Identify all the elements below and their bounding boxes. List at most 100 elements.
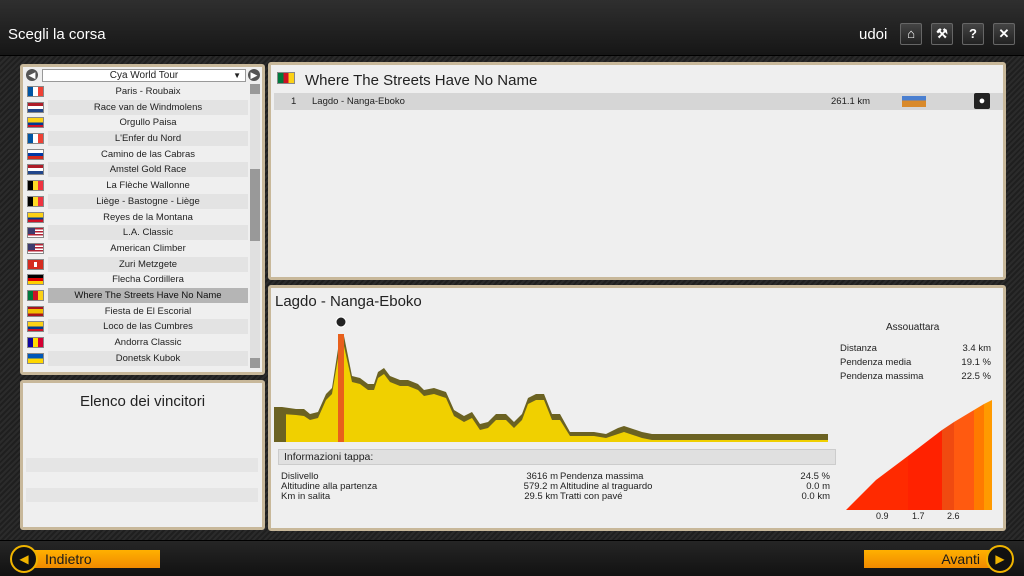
flag-icon — [27, 117, 44, 129]
climb-tick: 1.7 — [912, 511, 925, 521]
race-list-item[interactable]: La Flèche Wallonne — [26, 178, 248, 194]
race-list-item-label: Camino de las Cabras — [101, 148, 195, 160]
wrench-icon[interactable]: ⚒ — [931, 23, 953, 45]
next-tour-icon[interactable]: ▶ — [248, 69, 260, 81]
climb-stat-label: Distanza — [840, 343, 877, 354]
climb-segment — [908, 430, 942, 510]
race-list-panel: ◀ Cya World Tour ▼ ▶ Paris - Roubaix Race… — [20, 64, 265, 375]
info-value: 0.0 km — [801, 491, 830, 502]
race-list-item[interactable]: Where The Streets Have No Name — [26, 287, 248, 304]
race-list-item[interactable]: Paris - Roubaix — [26, 84, 248, 100]
race-list-item[interactable]: L'Enfer du Nord — [26, 131, 248, 147]
climb-name: Assouattara — [886, 322, 940, 333]
race-list-item-label: L'Enfer du Nord — [48, 131, 248, 147]
flag-icon — [27, 337, 44, 348]
climb-segment — [942, 422, 954, 510]
race-list-item[interactable]: Zuri Metzgete — [26, 256, 248, 273]
user-name: udoi — [859, 26, 888, 43]
flag-icon — [27, 133, 44, 145]
stage-type-icon — [902, 96, 926, 107]
race-list-item[interactable]: Donetsk Kubok — [26, 350, 248, 367]
race-list-item[interactable]: Loco de las Cumbres — [26, 319, 248, 335]
flag-icon — [27, 321, 44, 333]
stage-panel: Lagdo - Nanga-Eboko Informazioni tappa: … — [268, 285, 1006, 531]
race-list-scrollbar[interactable] — [250, 84, 260, 368]
winners-row — [26, 488, 258, 502]
race-list-item[interactable]: Liège - Bastogne - Liège — [26, 193, 248, 210]
race-list-item-label: Race van de Windmolens — [48, 99, 248, 115]
race-list-item[interactable]: Flecha Cordillera — [26, 272, 248, 288]
race-list-item[interactable]: Race van de Windmolens — [26, 99, 248, 116]
next-button-label: Avanti — [941, 551, 980, 567]
flag-icon — [27, 242, 44, 254]
race-flag — [277, 72, 295, 84]
stage-row[interactable]: 1 Lagdo - Nanga-Eboko 261.1 km ● — [274, 93, 1003, 110]
chevron-down-icon: ▼ — [233, 71, 241, 80]
prev-tour-icon[interactable]: ◀ — [26, 69, 38, 81]
stage-info-box: Informazioni tappa: Dislivello 3616 m Al… — [278, 449, 836, 509]
climb-marker-icon — [335, 316, 347, 328]
race-list-item[interactable]: L.A. Classic — [26, 225, 248, 241]
next-button[interactable]: Avanti — [864, 550, 994, 568]
scroll-up-button[interactable] — [250, 84, 260, 94]
back-button[interactable]: Indietro — [30, 550, 160, 568]
flag-icon — [27, 195, 44, 207]
globe-icon[interactable]: ● — [974, 93, 990, 109]
race-list-item[interactable]: American Climber — [26, 241, 248, 257]
race-list-item-label: Paris - Roubaix — [115, 86, 181, 97]
race-list-item-label: American Climber — [110, 242, 186, 254]
winners-panel: Elenco dei vincitori — [20, 380, 265, 530]
climb-tick: 0.9 — [876, 511, 889, 521]
back-button-label: Indietro — [45, 551, 92, 567]
flag-cross — [34, 261, 37, 267]
climb-segment — [846, 480, 876, 510]
stage-info-title: Informazioni tappa: — [278, 449, 836, 465]
climb-stat-label: Pendenza massima — [840, 371, 924, 382]
tour-selector[interactable]: ◀ Cya World Tour ▼ ▶ — [26, 69, 260, 83]
flag-icon — [27, 305, 44, 317]
chevron-right-icon[interactable]: ▶ — [986, 545, 1014, 573]
race-list-item-label: La Flèche Wallonne — [106, 180, 190, 192]
climb-segment — [876, 456, 908, 510]
climb-profile-chart — [846, 400, 992, 510]
race-list-item[interactable]: Amstel Gold Race — [26, 162, 248, 178]
stage-distance: 261.1 km — [831, 96, 871, 107]
chevron-left-icon[interactable]: ◀ — [10, 545, 38, 573]
race-list-item[interactable]: Reyes de la Montana — [26, 210, 248, 226]
climb-marker-bar — [338, 334, 344, 442]
race-list-item[interactable]: Fiesta de El Escorial — [26, 304, 248, 320]
race-list-item-label: Andorra Classic — [114, 337, 182, 348]
race-list-item[interactable]: Camino de las Cabras — [26, 147, 248, 163]
flag-icon — [27, 101, 44, 113]
flag-icon — [27, 86, 44, 97]
page-title: Scegli la corsa — [8, 26, 106, 43]
scroll-thumb[interactable] — [250, 169, 260, 241]
flag-canton — [28, 243, 35, 250]
home-icon[interactable]: ⌂ — [900, 23, 922, 45]
info-label: Km in salita — [281, 491, 331, 502]
scroll-down-button[interactable] — [250, 358, 260, 368]
tour-dropdown[interactable]: Cya World Tour ▼ — [42, 69, 246, 82]
climb-segment — [984, 400, 992, 510]
race-list: Paris - Roubaix Race van de Windmolens Org… — [26, 84, 248, 368]
race-list-item-label: Amstel Gold Race — [48, 162, 248, 178]
profile-start-block — [274, 414, 286, 442]
close-icon[interactable]: ✕ — [993, 23, 1015, 45]
flag-icon — [27, 258, 44, 270]
race-list-item-label: Fiesta de El Escorial — [104, 305, 192, 317]
race-panel: Where The Streets Have No Name 1 Lagdo -… — [268, 62, 1006, 280]
stage-profile-chart — [274, 316, 828, 442]
flag-icon — [27, 227, 44, 239]
winners-title: Elenco dei vincitori — [79, 393, 206, 410]
race-list-item[interactable]: Orgullo Paisa — [26, 115, 248, 131]
info-label: Tratti con pavé — [560, 491, 623, 502]
race-title: Where The Streets Have No Name — [305, 72, 538, 89]
race-list-item[interactable]: Andorra Classic — [26, 335, 248, 351]
help-icon[interactable]: ? — [962, 23, 984, 45]
race-list-item-label: Flecha Cordillera — [112, 274, 184, 286]
winners-row — [26, 458, 258, 472]
race-list-item-label: Where The Streets Have No Name — [48, 287, 248, 303]
climb-stat-value: 22.5 % — [961, 371, 991, 382]
stage-title: Lagdo - Nanga-Eboko — [275, 293, 422, 310]
flag-canton — [28, 228, 35, 235]
